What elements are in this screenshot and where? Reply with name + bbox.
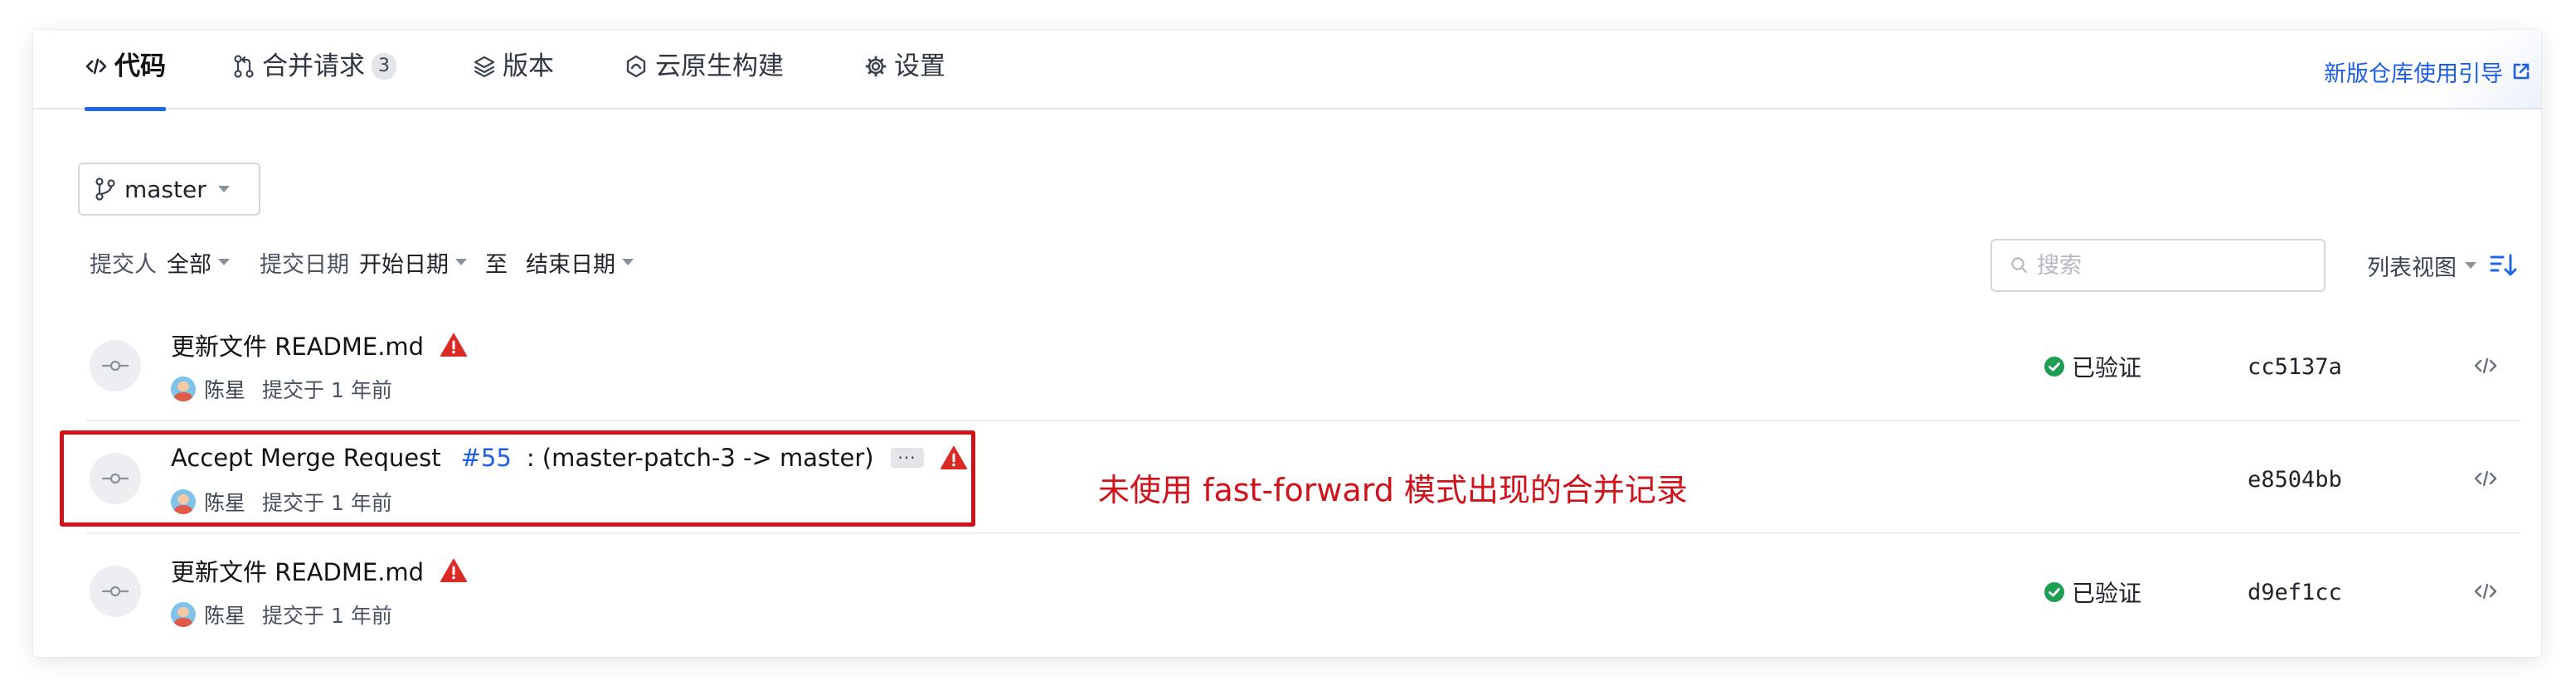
verified-badge: 已验证 [2044, 352, 2141, 381]
commit-sha[interactable]: d9ef1cc [2248, 577, 2342, 607]
avatar[interactable] [171, 602, 196, 627]
commit-time: 提交于 1 年前 [262, 604, 392, 628]
commit-time: 提交于 1 年前 [262, 491, 392, 515]
commit-sha[interactable]: cc5137a [2248, 352, 2342, 381]
chevron-down-icon [218, 259, 230, 265]
commit-author[interactable]: 陈星 [204, 600, 245, 629]
repo-guide-link[interactable]: 新版仓库使用引导 [2324, 55, 2531, 88]
branch-icon [95, 177, 115, 201]
commit-title: Accept Merge Request #55 : (master-patch… [171, 441, 967, 474]
check-circle-icon [2044, 582, 2064, 602]
commit-sha[interactable]: e8504bb [2248, 464, 2342, 494]
chevron-down-icon [622, 259, 634, 265]
search-input[interactable] [2037, 252, 2302, 279]
chevron-down-icon [455, 259, 467, 265]
repository-card: 代码 合并请求 3 版本 云原生构建 设置 新版仓库使用引导 master 提交… [33, 30, 2541, 657]
repo-tab-bar: 代码 合并请求 3 版本 云原生构建 设置 新版仓库使用引导 [33, 30, 2541, 111]
browse-code-icon[interactable] [2473, 355, 2498, 377]
commit-node-icon [90, 340, 141, 391]
committer-filter-label: 提交人 [90, 251, 157, 278]
commit-meta: 陈星 提交于 1 年前 [171, 375, 392, 403]
branch-selector[interactable]: master [78, 163, 260, 216]
view-mode-label: 列表视图 [2367, 255, 2457, 281]
commit-node-icon [90, 453, 141, 504]
tab-cloud-build[interactable]: 云原生构建 [624, 50, 784, 109]
end-date-value: 结束日期 [526, 251, 615, 278]
search-icon [2011, 257, 2028, 274]
annotation-text: 未使用 fast-forward 模式出现的合并记录 [1098, 472, 1688, 508]
sort-desc-icon[interactable] [2490, 252, 2518, 279]
commit-meta: 陈星 提交于 1 年前 [171, 600, 392, 629]
browse-code-icon[interactable] [2473, 468, 2498, 489]
commit-message[interactable]: Accept Merge Request [171, 444, 441, 472]
repo-guide-label: 新版仓库使用引导 [2324, 61, 2503, 87]
date-filter-label: 提交日期 [260, 251, 349, 278]
tab-cloud-build-label: 云原生构建 [655, 51, 784, 81]
commit-author[interactable]: 陈星 [204, 374, 245, 404]
committer-filter-value: 全部 [167, 251, 211, 278]
commit-author[interactable]: 陈星 [204, 487, 245, 517]
commit-meta: 陈星 提交于 1 年前 [171, 488, 392, 516]
committer-filter[interactable]: 全部 [167, 246, 230, 279]
layers-icon [473, 50, 496, 93]
verified-label: 已验证 [2072, 354, 2142, 381]
commit-title: 更新文件 README.md [171, 553, 468, 588]
gear-icon [864, 50, 887, 93]
commit-search [1990, 239, 2326, 292]
commit-message[interactable]: 更新文件 README.md [171, 328, 424, 362]
verified-label: 已验证 [2072, 580, 2142, 607]
tab-merge-requests[interactable]: 合并请求 3 [232, 50, 396, 109]
chevron-down-icon [2465, 262, 2476, 269]
warning-icon [940, 446, 967, 469]
merge-request-count-badge: 3 [372, 53, 396, 80]
tab-code[interactable]: 代码 [85, 50, 166, 111]
avatar[interactable] [171, 377, 196, 401]
commit-time: 提交于 1 年前 [262, 378, 392, 402]
tab-settings-label: 设置 [894, 51, 945, 81]
start-date-picker[interactable]: 开始日期 [359, 246, 467, 279]
check-circle-icon [2044, 357, 2064, 377]
commit-filters: 提交人 全部 提交日期 开始日期 至 结束日期 [90, 245, 634, 279]
commit-title: 更新文件 README.md [171, 328, 468, 362]
tab-releases[interactable]: 版本 [473, 50, 554, 109]
branch-name: master [124, 175, 207, 203]
avatar[interactable] [171, 489, 196, 514]
merge-request-link[interactable]: #55 [461, 444, 512, 472]
date-range-separator: 至 [485, 251, 508, 278]
expand-message-button[interactable]: ··· [890, 448, 924, 468]
external-link-icon [2513, 63, 2530, 80]
chevron-down-icon [217, 186, 230, 192]
verified-badge: 已验证 [2044, 577, 2141, 607]
commit-message-rest: : (master-patch-3 -> master) [526, 444, 874, 472]
commit-row: 更新文件 README.md 陈星 提交于 1 年前 已验证 d9ef1cc [53, 534, 2521, 647]
cloud-build-icon [624, 50, 649, 93]
tab-merge-requests-label: 合并请求 [262, 51, 365, 81]
start-date-value: 开始日期 [359, 251, 449, 278]
commit-node-icon [90, 566, 141, 617]
warning-icon [440, 559, 468, 582]
commit-message[interactable]: 更新文件 README.md [171, 553, 424, 588]
tab-settings[interactable]: 设置 [864, 50, 945, 109]
warning-icon [440, 333, 468, 357]
view-mode-selector[interactable]: 列表视图 [2367, 249, 2476, 282]
commit-row: 更新文件 README.md 陈星 提交于 1 年前 已验证 cc5137a [53, 309, 2521, 421]
browse-code-icon[interactable] [2473, 581, 2498, 602]
end-date-picker[interactable]: 结束日期 [526, 246, 634, 279]
commits-panel: master 提交人 全部 提交日期 开始日期 至 结束日期 搜索 列表视图 更… [53, 136, 2521, 644]
code-icon [85, 50, 108, 93]
tab-code-label: 代码 [114, 51, 166, 81]
tab-releases-label: 版本 [503, 51, 554, 81]
merge-request-icon [232, 50, 255, 93]
